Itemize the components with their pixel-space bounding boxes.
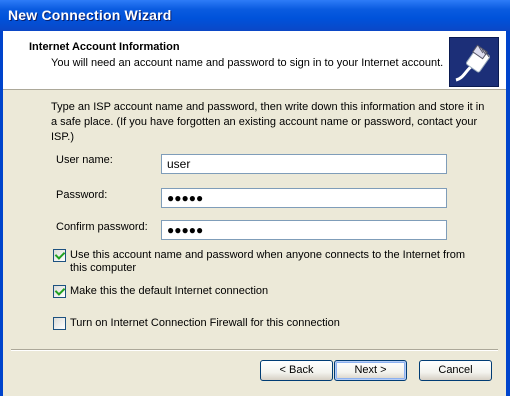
network-cable-icon [449,37,499,87]
default-connection-label: Make this the default Internet connectio… [70,285,269,297]
use-account-option[interactable]: Use this account name and password when … [53,249,473,275]
firewall-option[interactable]: Turn on Internet Connection Firewall for… [53,317,340,330]
firewall-label: Turn on Internet Connection Firewall for… [70,317,340,329]
username-field[interactable]: user [161,154,447,174]
use-account-checkbox[interactable] [53,249,66,262]
next-button[interactable]: Next > [334,360,407,381]
back-button[interactable]: < Back [260,360,333,381]
username-label: User name: [56,154,113,166]
use-account-label: Use this account name and password when … [70,249,466,274]
intro-text: Type an ISP account name and password, t… [51,101,485,143]
window-title: New Connection Wizard [8,7,172,23]
title-bar[interactable]: New Connection Wizard [0,0,510,31]
wizard-header: Internet Account Information You will ne… [3,31,506,90]
wizard-body: Internet Account Information You will ne… [3,31,506,396]
page-title: Internet Account Information [29,41,180,53]
divider [11,349,498,351]
default-connection-option[interactable]: Make this the default Internet connectio… [53,285,268,298]
wizard-window: New Connection Wizard Internet Account I… [0,0,510,396]
confirm-password-field[interactable]: ●●●●● [161,220,447,240]
window-border-right [506,31,510,396]
page-subtitle: You will need an account name and passwo… [51,57,444,69]
password-field[interactable]: ●●●●● [161,188,447,208]
default-connection-checkbox[interactable] [53,285,66,298]
confirm-password-label: Confirm password: [56,221,148,233]
password-label: Password: [56,189,108,201]
cancel-button[interactable]: Cancel [419,360,492,381]
firewall-checkbox[interactable] [53,317,66,330]
